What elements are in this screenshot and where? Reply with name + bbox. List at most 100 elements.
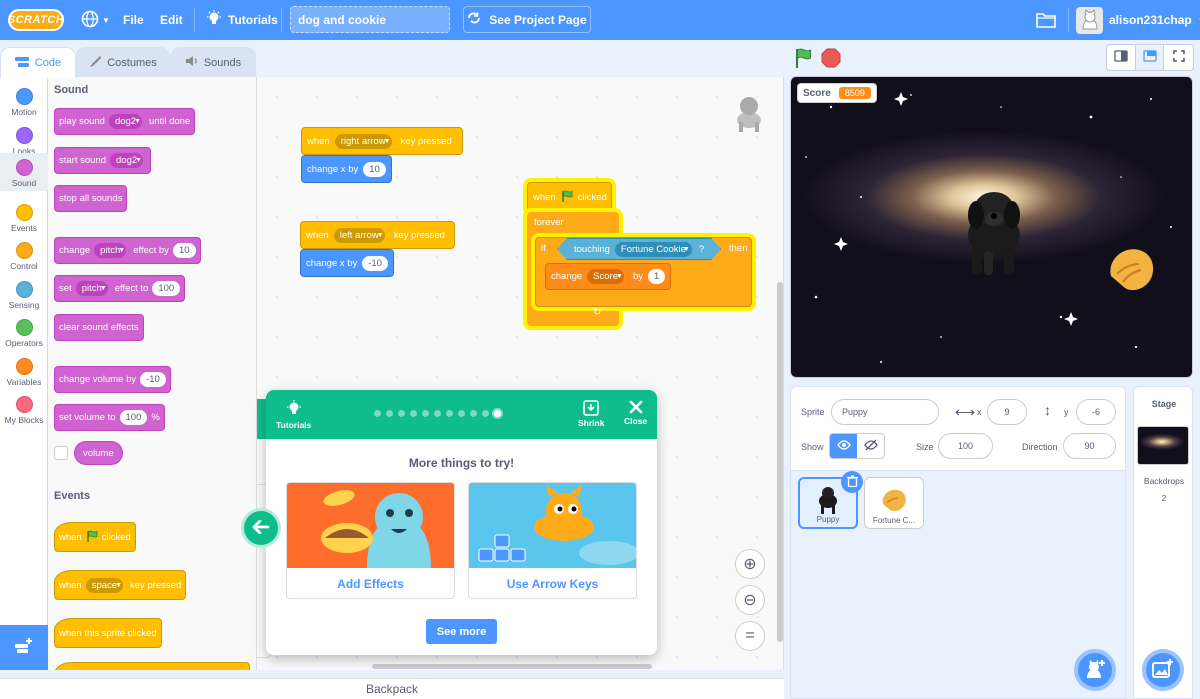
category-sound[interactable]: Sound [0, 153, 48, 191]
zoom-in-button[interactable]: ⊕ [735, 549, 765, 579]
vertical-scrollbar[interactable] [777, 282, 783, 642]
tab-sounds[interactable]: Sounds [170, 47, 256, 77]
tile-use-arrow-keys[interactable]: Use Arrow Keys [468, 482, 637, 599]
category-events[interactable]: Events [0, 198, 48, 236]
previous-step-button[interactable] [241, 508, 281, 548]
tile-use-arrow-keys-label: Use Arrow Keys [506, 577, 599, 591]
score-monitor[interactable]: Score 8509 [797, 83, 877, 103]
direction-field[interactable]: 90 [1063, 433, 1116, 459]
block-clear-sound-effects[interactable]: clear sound effects [54, 314, 144, 341]
category-control[interactable]: Control [0, 236, 48, 274]
tab-sounds-label: Sounds [203, 56, 242, 69]
sprite-name-field[interactable]: Puppy [831, 399, 939, 425]
block-partial[interactable] [54, 662, 250, 670]
see-project-page-button[interactable]: See Project Page [463, 6, 591, 33]
category-motion[interactable]: Motion [0, 82, 48, 120]
tile-add-effects-label: Add Effects [337, 577, 404, 591]
tutorials-library-button[interactable]: Tutorials [276, 400, 311, 430]
x-field[interactable]: 9 [987, 399, 1027, 425]
scratch-logo[interactable]: SCRATCH [8, 9, 64, 31]
shrink-icon [583, 400, 600, 418]
account-menu[interactable]: alison231chap ▼ [1076, 0, 1200, 40]
green-flag-button[interactable] [792, 46, 814, 73]
script-main-loop[interactable]: when clicked forever if touching Fortune… [523, 170, 756, 328]
block-when-flag-clicked[interactable]: when clicked [54, 522, 136, 552]
fortune-cookie-sprite[interactable] [1103, 242, 1159, 301]
tab-costumes-label: Costumes [107, 56, 157, 69]
script-when-right-arrow[interactable]: when right arrow ▼ key pressed [301, 127, 463, 155]
y-field[interactable]: -6 [1076, 399, 1116, 425]
script-change-x-left[interactable]: change x by -10 [300, 249, 394, 277]
large-stage-icon [1142, 50, 1157, 65]
tab-costumes[interactable]: Costumes [75, 47, 170, 77]
shrink-button[interactable]: Shrink [578, 400, 604, 428]
zoom-out-button[interactable]: ⊖ [735, 585, 765, 615]
close-button[interactable]: Close [624, 400, 647, 426]
fullscreen-icon [1172, 50, 1185, 65]
eye-icon [836, 439, 851, 453]
block-when-sprite-clicked[interactable]: when this sprite clicked [54, 618, 162, 648]
large-stage-button[interactable] [1135, 45, 1165, 70]
block-stop-all-sounds[interactable]: stop all sounds [54, 185, 128, 212]
category-sensing[interactable]: Sensing [0, 275, 48, 313]
block-volume-reporter[interactable]: volume [74, 441, 123, 465]
tile-add-effects[interactable]: Add Effects [286, 482, 455, 599]
block-when-key-pressed[interactable]: when space ▼ key pressed [54, 570, 187, 600]
close-icon [629, 400, 643, 416]
sprite-label: Sprite [801, 407, 825, 417]
trash-icon [846, 475, 858, 490]
file-menu[interactable]: File [123, 0, 144, 40]
see-more-button[interactable]: See more [426, 619, 497, 644]
touching-fortune-cookie[interactable]: touching Fortune Cookie ▼ ? [557, 238, 721, 260]
language-menu[interactable]: ▼ [80, 0, 110, 40]
add-extension-button[interactable] [0, 625, 48, 670]
edit-menu[interactable]: Edit [160, 0, 183, 40]
script-change-x-right[interactable]: change x by 10 [301, 155, 392, 183]
block-set-volume[interactable]: set volume to 100% [54, 404, 165, 431]
category-my-blocks[interactable]: My Blocks [0, 390, 48, 428]
script-when-left-arrow[interactable]: when left arrow ▼ key pressed [300, 221, 455, 249]
tab-code[interactable]: Code [0, 47, 76, 78]
show-button[interactable] [830, 434, 857, 458]
category-operators[interactable]: Operators [0, 313, 48, 351]
block-start-sound[interactable]: start sound dog2 ▼ [54, 147, 152, 174]
script-when-flag-clicked[interactable]: when clicked [527, 182, 612, 212]
delete-sprite-button[interactable] [841, 471, 863, 493]
horizontal-scrollbar[interactable] [372, 664, 652, 669]
size-label: Size [916, 442, 934, 452]
eye-slash-icon [863, 439, 878, 454]
block-set-effect[interactable]: set pitch ▼ effect to 100 [54, 275, 186, 302]
block-change-effect[interactable]: change pitch ▼ effect by 10 [54, 237, 201, 264]
brush-icon [88, 55, 102, 71]
volume-monitor-checkbox[interactable] [54, 446, 68, 460]
size-field[interactable]: 100 [938, 433, 993, 459]
my-stuff-folder-icon[interactable] [1036, 0, 1056, 40]
fullscreen-button[interactable] [1164, 45, 1193, 70]
block-play-sound-until-done[interactable]: play sound dog2 ▼ until done [54, 108, 196, 135]
stop-button[interactable] [821, 48, 841, 71]
block-change-volume[interactable]: change volume by -10 [54, 366, 171, 393]
tutorials-button[interactable]: Tutorials [206, 0, 278, 40]
tutorials-label: Tutorials [228, 13, 278, 27]
add-backdrop-button[interactable] [1142, 649, 1184, 691]
x-arrows-icon: ⟷ [955, 404, 976, 420]
stage-canvas[interactable]: Score 8509 [790, 76, 1193, 378]
forever-label: forever [534, 217, 564, 228]
puppy-sprite[interactable] [946, 187, 1046, 290]
category-variables[interactable]: Variables [0, 352, 48, 390]
backpack-bar[interactable]: Backpack [0, 678, 784, 699]
extension-icon [14, 637, 34, 658]
stage-target-panel[interactable]: Stage Backdrops 2 [1133, 386, 1193, 699]
tab-code-label: Code [34, 57, 62, 69]
small-stage-button[interactable] [1107, 45, 1136, 70]
username: alison231chap [1109, 13, 1192, 27]
sprite-tile-fortune-cookie[interactable]: Fortune C... [864, 477, 924, 529]
zoom-reset-button[interactable]: = [735, 621, 765, 651]
see-project-label: See Project Page [489, 12, 587, 27]
change-score-block[interactable]: change Score ▼ by 1 [545, 263, 672, 290]
add-sprite-button[interactable] [1074, 649, 1116, 691]
hide-button[interactable] [857, 434, 884, 458]
block-palette: Sound play sound dog2 ▼ until done start so… [48, 77, 257, 670]
project-title-input[interactable]: dog and cookie [290, 6, 450, 33]
avatar [1076, 6, 1103, 34]
